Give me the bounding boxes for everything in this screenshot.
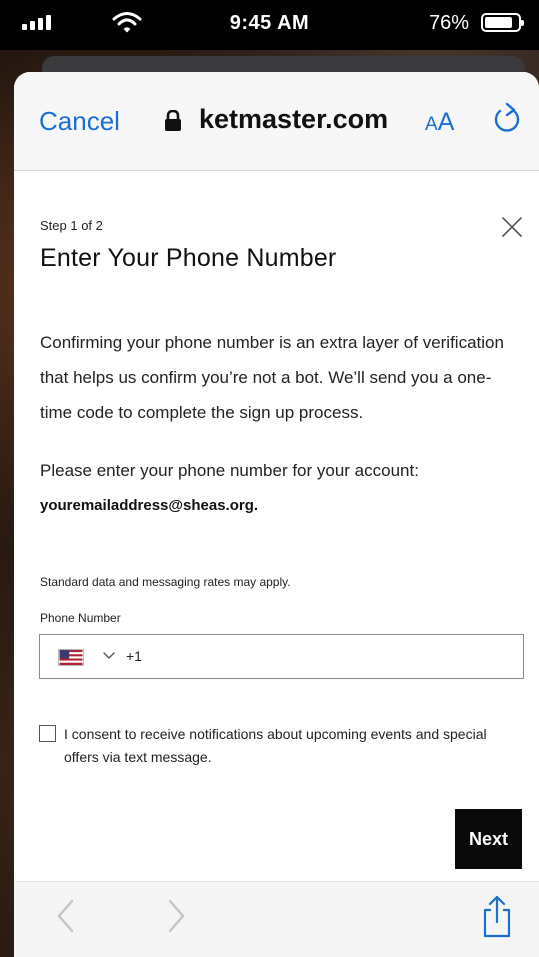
phone-prompt-text: Please enter your phone number for your … (40, 461, 419, 480)
text-size-small-a: A (425, 114, 438, 135)
share-icon[interactable] (480, 894, 514, 938)
consent-checkbox[interactable] (39, 725, 56, 742)
intro-text: Confirming your phone number is an extra… (40, 333, 504, 422)
next-button[interactable]: Next (455, 809, 522, 869)
us-flag-icon[interactable] (58, 649, 84, 666)
form-content: Step 1 of 2 Enter Your Phone Number Conf… (14, 171, 539, 882)
consent-label: I consent to receive notifications about… (64, 726, 487, 765)
status-bar: 9:45 AM 76% (0, 0, 539, 50)
cancel-button[interactable]: Cancel (39, 106, 120, 137)
account-email: youremailaddress@sheas.org. (40, 497, 259, 514)
text-size-large-a: A (437, 108, 455, 136)
battery-percent: 76% (428, 12, 469, 34)
step-indicator: Step 1 of 2 (40, 218, 103, 233)
browser-toolbar (14, 881, 539, 957)
browser-sheet: Cancel ketmaster.com AA Step 1 of 2 Ente… (14, 72, 539, 957)
browser-nav-bar: Cancel ketmaster.com AA (14, 72, 539, 171)
chevron-down-icon[interactable] (102, 648, 116, 662)
close-icon[interactable] (501, 216, 523, 238)
reload-icon[interactable] (492, 102, 522, 136)
battery-icon (481, 13, 524, 32)
chevron-left-icon[interactable] (54, 898, 78, 934)
url-address[interactable]: ketmaster.com (199, 104, 388, 135)
lock-icon (165, 110, 181, 131)
phone-number-label: Phone Number (40, 611, 121, 625)
phone-input[interactable] (148, 641, 512, 675)
phone-number-field: +1 (39, 634, 524, 679)
text-size-button[interactable]: AA (425, 108, 454, 137)
chevron-right-icon[interactable] (164, 898, 188, 934)
page-title: Enter Your Phone Number (40, 244, 337, 272)
country-code: +1 (126, 648, 142, 664)
rates-notice: Standard data and messaging rates may ap… (40, 575, 291, 589)
